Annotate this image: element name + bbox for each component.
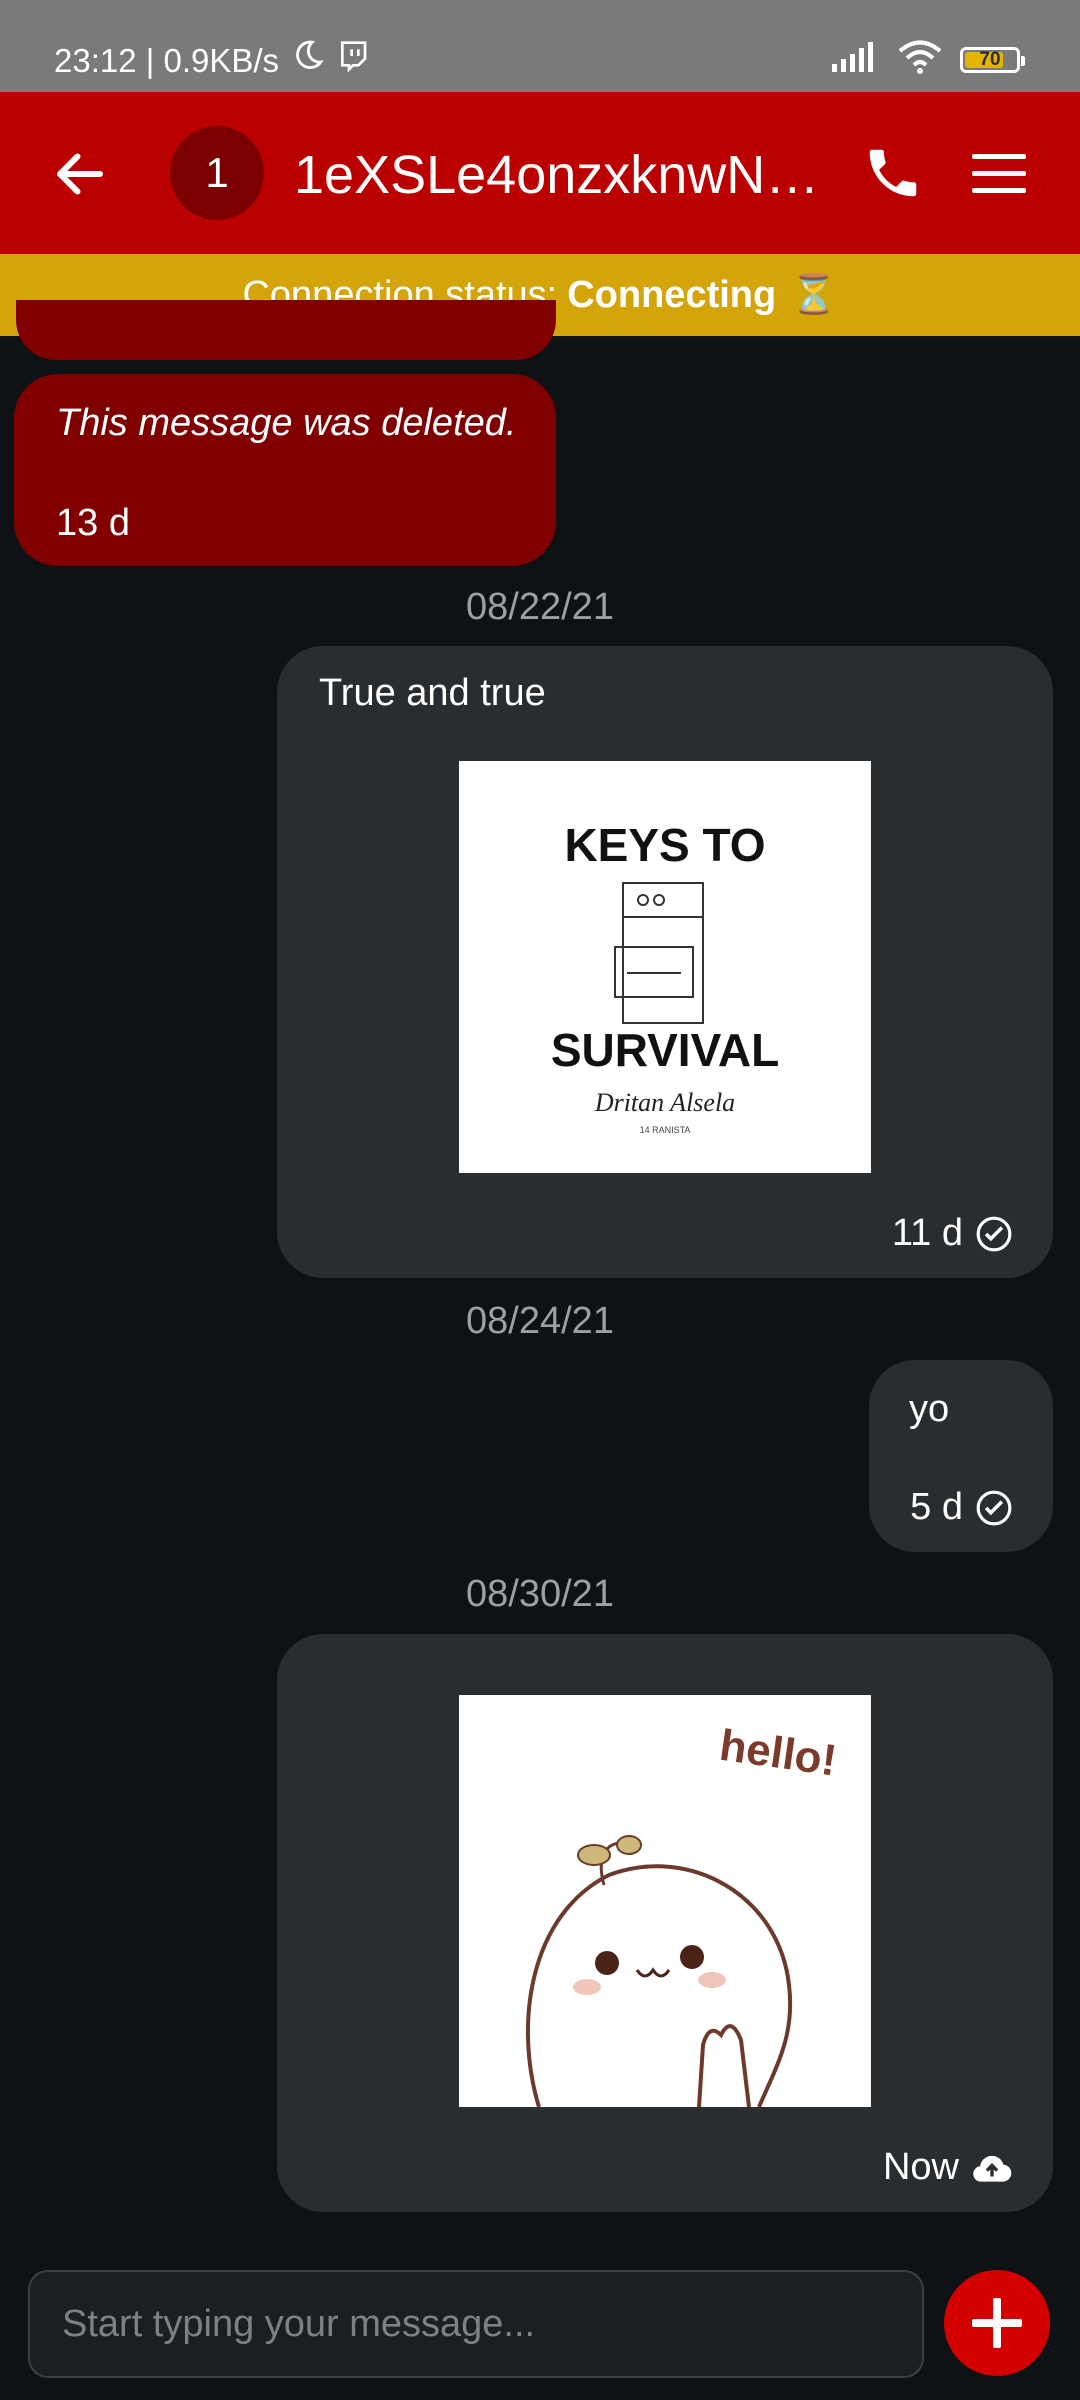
message-time: 5 d xyxy=(910,1486,963,1528)
message-input-container xyxy=(28,2270,924,2378)
battery-icon: 70 xyxy=(960,46,1025,73)
svg-text:KEYS TO: KEYS TO xyxy=(564,819,765,871)
connection-status: Connecting xyxy=(567,273,777,316)
outgoing-message-image[interactable]: True and true KEYS TO SURVIVAL Dritan Al… xyxy=(277,646,1053,1278)
back-arrow-icon xyxy=(57,153,103,195)
outgoing-message-text[interactable]: yo 5 d xyxy=(869,1360,1053,1552)
status-right: 70 xyxy=(830,40,1025,79)
message-meta: 11 d xyxy=(892,1212,1013,1255)
date-separator: 08/24/21 xyxy=(466,1300,614,1342)
chat-title[interactable]: 1eXSLe4onzxknwN… xyxy=(294,144,814,206)
incoming-message-deleted[interactable]: This message was deleted. 13 d xyxy=(14,374,556,566)
date-separator: 08/22/21 xyxy=(466,586,614,628)
hourglass-icon: ⏳ xyxy=(790,274,838,316)
status-left: 23:12 | 0.9KB/s xyxy=(54,38,369,83)
keys-to-survival-illustration: KEYS TO SURVIVAL Dritan Alsela 14 RANIST… xyxy=(551,819,779,1135)
message-time: 13 d xyxy=(56,502,130,544)
status-time-speed: 23:12 | 0.9KB/s xyxy=(54,41,280,79)
message-time: Now xyxy=(882,2146,959,2188)
wifi-icon xyxy=(898,40,942,79)
svg-text:SURVIVAL: SURVIVAL xyxy=(551,1024,779,1076)
avatar[interactable]: 1 xyxy=(170,126,264,220)
chat-header: 1 1eXSLe4onzxknwN… xyxy=(0,92,1080,254)
check-circle-icon xyxy=(976,1490,1012,1525)
message-image-hello-sticker[interactable]: hello! xyxy=(459,1695,871,2107)
add-attachment-button[interactable] xyxy=(944,2270,1050,2376)
phone-icon xyxy=(869,149,917,197)
message-time: 11 d xyxy=(891,1212,963,1254)
call-button[interactable] xyxy=(862,142,924,204)
date-separator: 08/30/21 xyxy=(466,1573,614,1615)
twitch-icon xyxy=(337,39,369,83)
message-text: yo xyxy=(909,1388,950,1430)
message-input[interactable] xyxy=(30,2272,922,2376)
message-image-keys-to-survival[interactable]: KEYS TO SURVIVAL Dritan Alsela 14 RANIST… xyxy=(459,761,871,1173)
check-circle-icon xyxy=(976,1216,1012,1251)
svg-text:Dritan Alsela: Dritan Alsela xyxy=(594,1088,735,1117)
hello-sticker-illustration: hello! xyxy=(525,1721,840,2107)
message-text: True and true xyxy=(319,672,546,714)
outgoing-message-sticker[interactable]: hello! Now xyxy=(277,1634,1053,2212)
message-meta: Now xyxy=(883,2146,1013,2189)
menu-button[interactable] xyxy=(970,148,1028,200)
cloud-upload-icon xyxy=(973,2155,1012,2182)
hamburger-menu-icon xyxy=(972,154,1026,193)
message-meta: 5 d xyxy=(910,1486,1013,1529)
battery-level: 70 xyxy=(979,48,1001,70)
svg-text:14 RANISTA: 14 RANISTA xyxy=(640,1125,691,1135)
svg-text:hello!: hello! xyxy=(717,1721,840,1786)
back-button[interactable] xyxy=(50,144,110,204)
signal-icon xyxy=(830,42,880,77)
message-bubble-partial[interactable] xyxy=(16,300,556,360)
status-bar: 23:12 | 0.9KB/s 70 xyxy=(0,0,1080,92)
plus-icon xyxy=(972,2298,1022,2348)
deleted-message-text: This message was deleted. xyxy=(56,402,517,444)
moon-icon xyxy=(291,38,325,83)
